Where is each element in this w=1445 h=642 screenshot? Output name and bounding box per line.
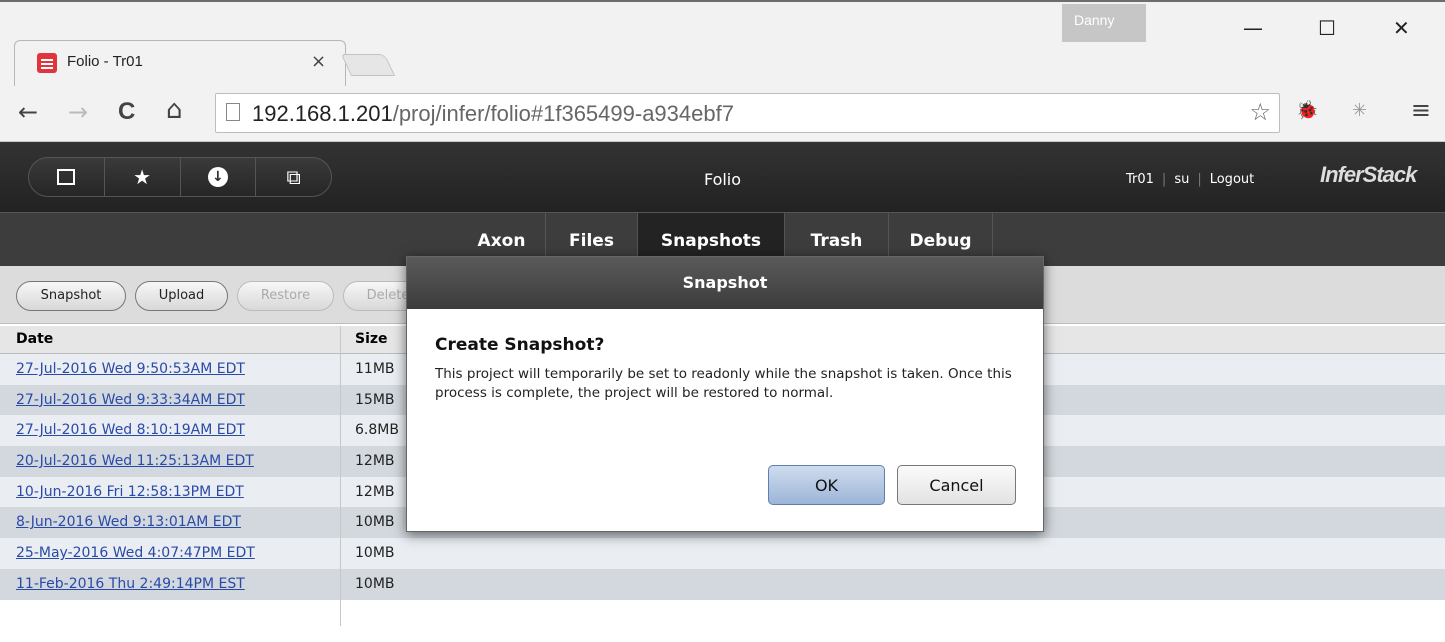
browser-tab[interactable]: Folio - Tr01 × (14, 40, 346, 88)
user-nav: Tr01 | su | Logout (1126, 172, 1255, 187)
column-divider (340, 326, 341, 626)
back-icon[interactable]: ← (18, 98, 38, 126)
snapshot-date-link[interactable]: 25-May-2016 Wed 4:07:47PM EDT (16, 545, 255, 561)
snapshot-date-link[interactable]: 27-Jul-2016 Wed 8:10:19AM EDT (16, 422, 245, 438)
project-link[interactable]: Tr01 (1126, 172, 1154, 187)
snapshot-date-link[interactable]: 11-Feb-2016 Thu 2:49:14PM EST (16, 576, 245, 592)
snapshot-size: 15MB (355, 391, 395, 408)
url-text[interactable]: 192.168.1.201/proj/infer/folio#1f365499-… (252, 101, 734, 127)
snapshot-button[interactable]: Snapshot (16, 281, 126, 311)
role-link[interactable]: su (1174, 172, 1189, 187)
snapshot-dialog: Snapshot Create Snapshot? This project w… (406, 256, 1044, 532)
snapshot-date-link[interactable]: 27-Jul-2016 Wed 9:33:34AM EDT (16, 392, 245, 408)
snapshot-size: 12MB (355, 483, 395, 500)
restore-button[interactable]: Restore (237, 281, 334, 311)
snapshot-size: 11MB (355, 361, 395, 377)
address-bar[interactable]: 192.168.1.201/proj/infer/folio#1f365499-… (215, 93, 1280, 133)
snapshot-date-link[interactable]: 8-Jun-2016 Wed 9:13:01AM EDT (16, 514, 241, 530)
logout-link[interactable]: Logout (1210, 172, 1255, 187)
snapshot-size: 10MB (355, 575, 395, 592)
browser-titlebar: Folio - Tr01 × Danny — ☐ ✕ (0, 0, 1445, 88)
snapshot-size: 10MB (355, 545, 395, 562)
ok-button[interactable]: OK (768, 465, 885, 505)
reload-icon[interactable]: C (118, 98, 135, 126)
folio-favicon-icon (37, 53, 57, 73)
dialog-header: Snapshot (407, 257, 1043, 309)
home-icon[interactable]: ⌂ (166, 95, 183, 125)
minimize-icon[interactable]: — (1243, 16, 1263, 40)
snapshot-size: 12MB (355, 453, 395, 470)
bug-extension-icon[interactable]: 🐞 (1296, 100, 1318, 121)
tab-title: Folio - Tr01 (67, 53, 143, 70)
profile-button[interactable]: Danny (1062, 4, 1146, 42)
snapshot-date-link[interactable]: 20-Jul-2016 Wed 11:25:13AM EDT (16, 453, 254, 469)
cancel-button[interactable]: Cancel (897, 465, 1016, 505)
dialog-message: This project will temporarily be set to … (435, 366, 1012, 401)
bookmark-star-icon[interactable]: ☆ (1249, 98, 1271, 126)
snapshot-size: 6.8MB (355, 422, 399, 439)
new-tab-button[interactable] (340, 54, 396, 76)
snowflake-extension-icon[interactable]: ✳ (1352, 100, 1367, 121)
menu-icon[interactable]: ≡ (1411, 96, 1431, 124)
snapshot-date-link[interactable]: 10-Jun-2016 Fri 12:58:13PM EDT (16, 484, 244, 500)
snapshot-size: 10MB (355, 514, 395, 531)
table-row: 11-Feb-2016 Thu 2:49:14PM EST 10MB (0, 568, 1445, 600)
close-window-icon[interactable]: ✕ (1393, 16, 1410, 40)
tab-close-icon[interactable]: × (311, 51, 326, 72)
table-row: 25-May-2016 Wed 4:07:47PM EDT 10MB (0, 538, 1445, 569)
brand-logo: InferStack (1320, 162, 1417, 187)
maximize-icon[interactable]: ☐ (1318, 16, 1336, 40)
size-column-header[interactable]: Size (355, 331, 388, 347)
date-column-header[interactable]: Date (16, 331, 53, 347)
app-header: ★ ↓ ⧉ Folio Tr01 | su | Logout InferStack (0, 142, 1445, 212)
dialog-title: Create Snapshot? (435, 335, 605, 355)
upload-button[interactable]: Upload (135, 281, 228, 311)
forward-icon[interactable]: → (68, 98, 88, 126)
snapshot-date-link[interactable]: 27-Jul-2016 Wed 9:50:53AM EDT (16, 361, 245, 377)
browser-toolbar: ← → C ⌂ 192.168.1.201/proj/infer/folio#1… (0, 86, 1445, 142)
page-icon (226, 103, 240, 121)
